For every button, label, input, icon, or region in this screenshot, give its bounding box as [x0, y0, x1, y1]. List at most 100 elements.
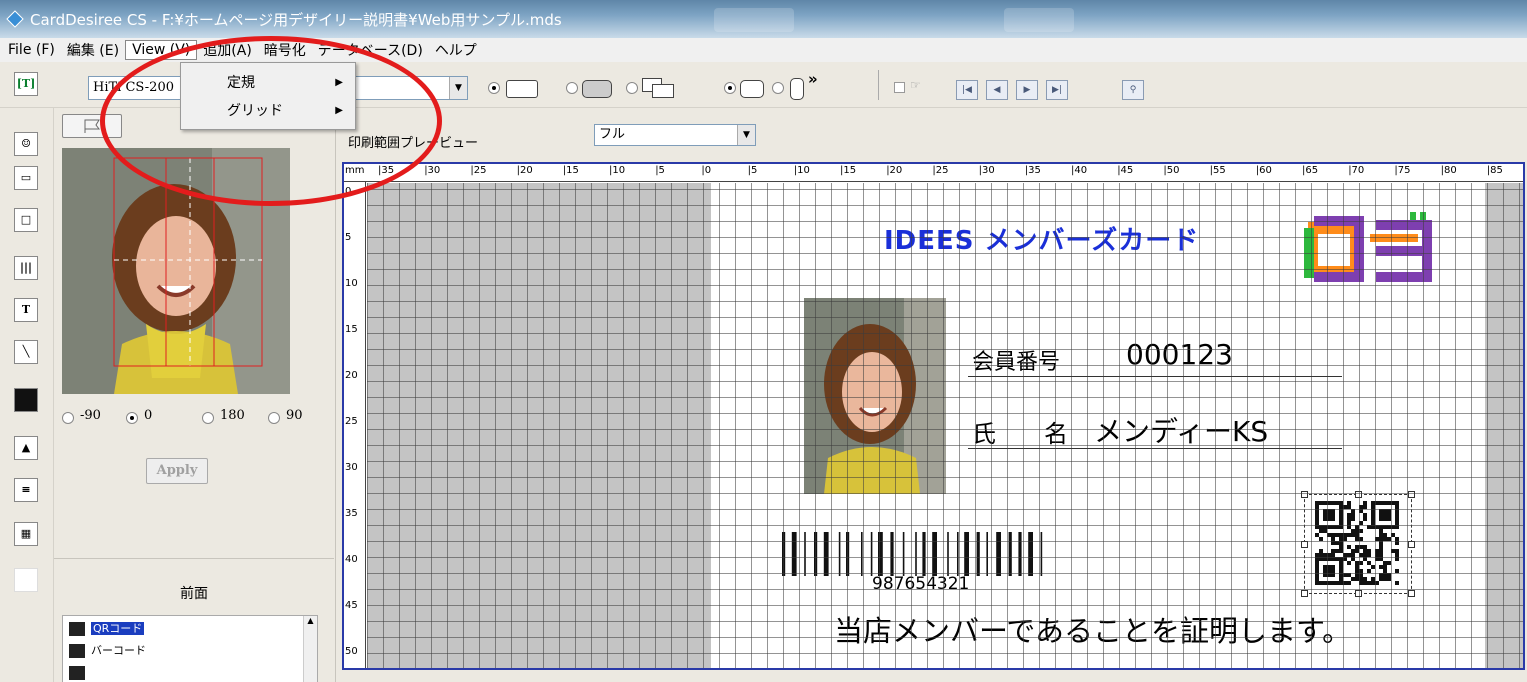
design-area: 印刷範囲プレービュー フル ▼ mm |35 |30 |25 |20 |15 |10 |5 |…	[336, 108, 1527, 682]
resize-handle[interactable]	[1301, 541, 1308, 548]
horizontal-ruler: mm |35 |30 |25 |20 |15 |10 |5 |0 |5 |10 |15 |20 |25 |…	[344, 164, 1523, 182]
layer-list: QRコード バーコード ▲	[62, 615, 318, 682]
name-value[interactable]: メンディーKS	[1094, 410, 1268, 450]
menu-item-grid[interactable]: グリッド ▶	[181, 97, 355, 125]
menu-add[interactable]: 追加(A)	[197, 39, 258, 61]
layer-panel: 前面 QRコード バーコード ▲	[54, 558, 334, 682]
rounded-shape-icon	[582, 80, 612, 98]
rotation-radio-180[interactable]	[202, 412, 214, 424]
image-icon[interactable]: ▭	[14, 166, 38, 190]
menu-database[interactable]: データベース(D)	[312, 39, 429, 61]
list-item[interactable]: QRコード	[69, 620, 145, 638]
flag-button[interactable]	[62, 114, 122, 138]
menu-item-ruler-label: 定規	[227, 75, 255, 91]
resize-handle[interactable]	[1408, 590, 1415, 597]
chevron-down-icon[interactable]: ▼	[449, 77, 467, 99]
submenu-arrow-icon: ▶	[335, 105, 343, 116]
rotation-label: 0	[144, 408, 153, 423]
resize-handle[interactable]	[1408, 541, 1415, 548]
frame-icon[interactable]: □	[14, 208, 38, 232]
qr-tool-icon[interactable]: ▦	[14, 522, 38, 546]
menu-edit[interactable]: 編集 (E)	[61, 39, 125, 61]
face-detect-icon[interactable]: ☺	[14, 132, 38, 156]
preview-mode-select[interactable]: フル ▼	[594, 124, 756, 146]
ruler-tick-label: |50	[1163, 165, 1180, 176]
submenu-arrow-icon: ▶	[335, 77, 343, 88]
ruler-tick-label: |5	[655, 165, 665, 176]
title-decoration	[714, 8, 794, 32]
toolbar-overflow-icon[interactable]: »	[808, 70, 818, 88]
color-swatch[interactable]	[14, 568, 38, 592]
next-record-icon[interactable]: ▶	[1016, 80, 1038, 100]
photo-panel: -90 0 180 90 Apply 前面 QRコード バーコード ▲	[54, 108, 336, 682]
apply-button[interactable]: Apply	[146, 458, 208, 484]
toolbar-divider	[878, 70, 879, 100]
title-decoration	[1004, 8, 1074, 32]
list-item[interactable]: バーコード	[69, 642, 146, 660]
window-title: CardDesiree CS - F:¥ホームページ用デザイリー説明書¥Web用…	[30, 10, 562, 29]
resize-handle[interactable]	[1301, 491, 1308, 498]
text-icon[interactable]: T	[14, 298, 38, 322]
ruler-tick-label: |55	[1209, 165, 1226, 176]
previous-record-icon[interactable]: ◀	[986, 80, 1008, 100]
card-footer-text[interactable]: 当店メンバーであることを証明します。	[834, 608, 1351, 650]
menu-encrypt[interactable]: 暗号化	[258, 39, 312, 61]
last-record-icon[interactable]: ▶|	[1046, 80, 1068, 100]
orient-radio-portrait[interactable]	[772, 82, 784, 94]
rotation-radio-0[interactable]	[126, 412, 138, 424]
logo-image[interactable]	[1304, 212, 1444, 288]
card-title[interactable]: IDEES メンバーズカード	[884, 220, 1199, 257]
resize-handle[interactable]	[1355, 491, 1362, 498]
card-canvas[interactable]: mm |35 |30 |25 |20 |15 |10 |5 |0 |5 |10 |15 |20 |25 |…	[342, 162, 1525, 670]
ruler-tick-label: 35	[345, 508, 358, 519]
outside-print-area	[1485, 183, 1523, 668]
ruler-tick-label: |70	[1348, 165, 1365, 176]
barcode-image[interactable]	[776, 532, 1094, 580]
qr-code-image[interactable]	[1301, 491, 1415, 597]
ruler-tick-label: |20	[516, 165, 533, 176]
search-icon[interactable]: ⚲	[1122, 80, 1144, 100]
resize-handle[interactable]	[1301, 590, 1308, 597]
shape-radio-multi[interactable]	[626, 82, 638, 94]
fill-color-icon[interactable]	[14, 388, 38, 412]
name-label[interactable]: 氏 名	[972, 414, 1068, 449]
ruler-tick-label: |0	[701, 165, 712, 176]
field-icon[interactable]: ≡	[14, 478, 38, 502]
ruler-tick-label: |80	[1440, 165, 1457, 176]
member-number-value[interactable]: 000123	[1126, 338, 1233, 371]
ruler-tick-label: |15	[840, 165, 857, 176]
menu-file[interactable]: File (F)	[2, 41, 61, 59]
menu-bar: File (F) 編集 (E) View (V) 追加(A) 暗号化 データベー…	[0, 38, 1527, 62]
barcode-number: 987654321	[872, 574, 970, 594]
chevron-down-icon[interactable]: ▼	[737, 125, 755, 145]
barcode-tool-icon[interactable]: |||	[14, 256, 38, 280]
rotation-radio-minus90[interactable]	[62, 412, 74, 424]
rotation-radio-90[interactable]	[268, 412, 280, 424]
photo-icon[interactable]: ▲	[14, 436, 38, 460]
layer-scrollbar[interactable]: ▲	[303, 616, 317, 682]
member-photo[interactable]	[804, 298, 946, 494]
ruler-tick-label: |60	[1255, 165, 1272, 176]
resize-handle[interactable]	[1408, 491, 1415, 498]
ruler-tick-label: |40	[1071, 165, 1088, 176]
option-checkbox[interactable]	[894, 82, 905, 93]
layer-label: QRコード	[91, 622, 145, 635]
menu-item-ruler[interactable]: 定規 ▶	[181, 69, 355, 97]
first-record-icon[interactable]: |◀	[956, 80, 978, 100]
shape-radio-square[interactable]	[488, 82, 500, 94]
ruler-tick-label: 25	[345, 416, 358, 427]
menu-help[interactable]: ヘルプ	[429, 39, 483, 61]
layer-icon	[69, 644, 85, 658]
line-icon[interactable]: ╲	[14, 340, 38, 364]
ruler-tick-label: |25	[932, 165, 949, 176]
resize-handle[interactable]	[1355, 590, 1362, 597]
portrait-card-icon	[790, 78, 804, 100]
list-item[interactable]	[69, 664, 91, 682]
ruler-tick-label: 5	[345, 232, 352, 243]
shape-radio-rounded[interactable]	[566, 82, 578, 94]
text-tool-icon[interactable]: [T]	[14, 72, 38, 96]
menu-view[interactable]: View (V)	[125, 40, 198, 60]
layer-icon	[69, 666, 85, 680]
member-number-label[interactable]: 会員番号	[972, 344, 1060, 376]
orient-radio-landscape[interactable]	[724, 82, 736, 94]
